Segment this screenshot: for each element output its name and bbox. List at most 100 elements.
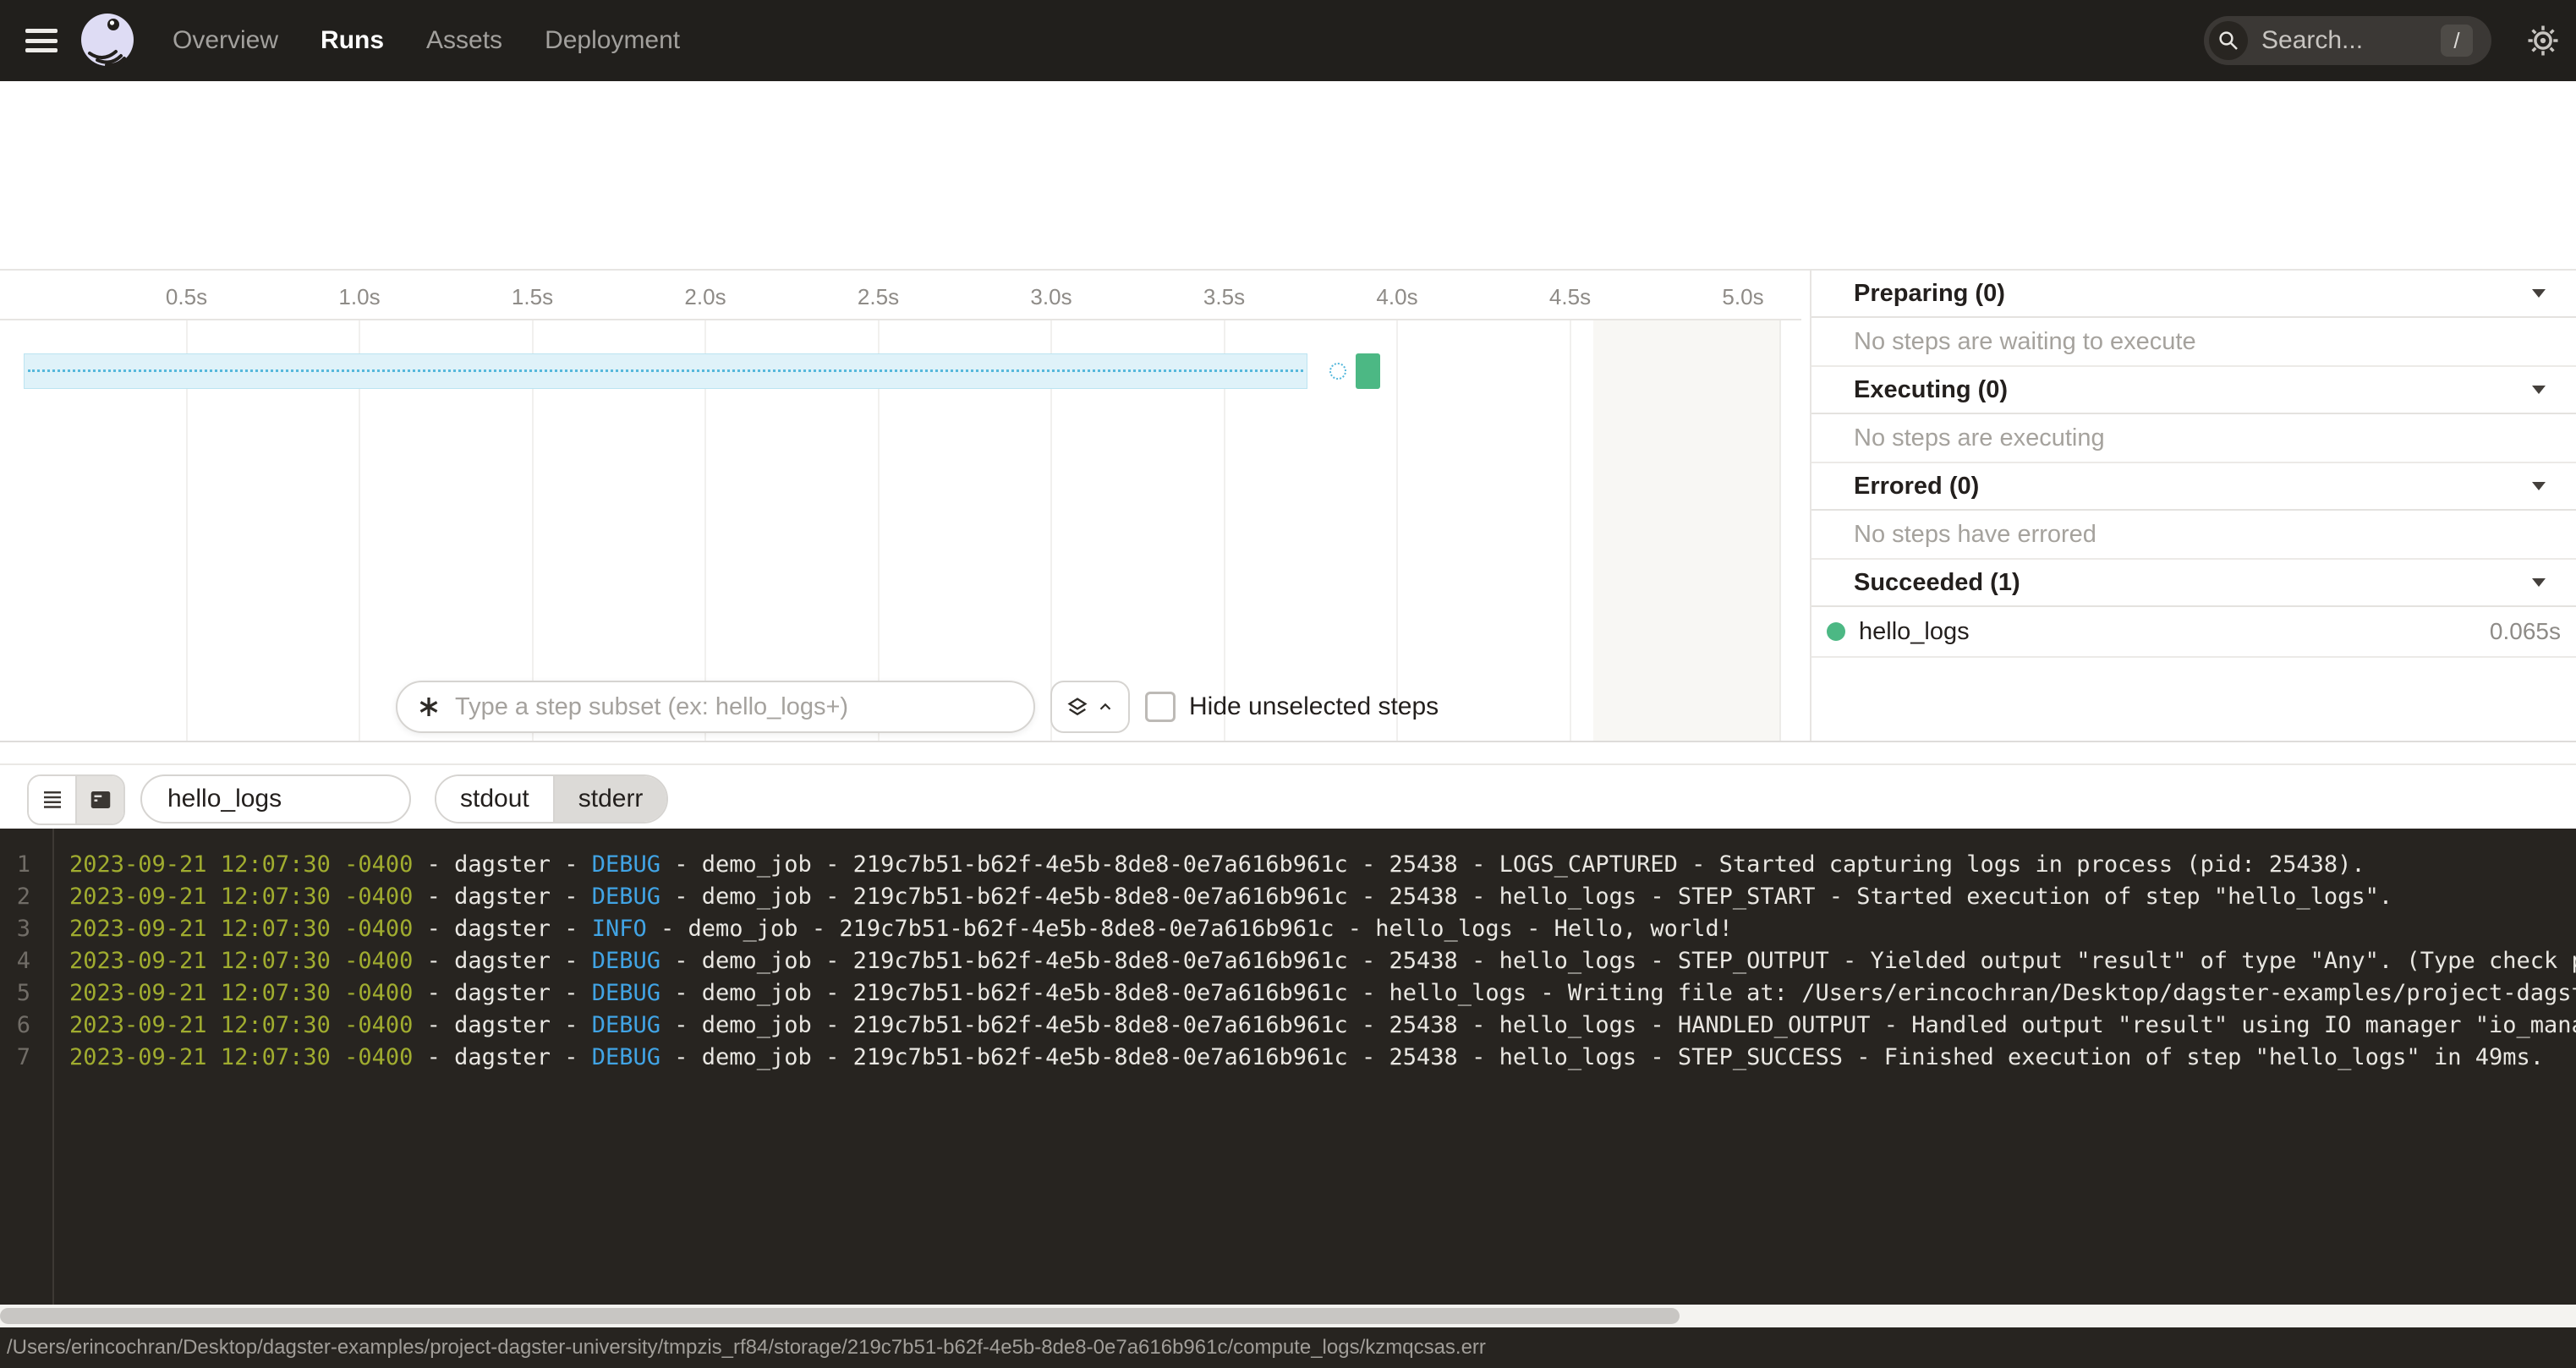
step-name: hello_logs <box>1859 618 1970 646</box>
step-bar-hello-logs[interactable] <box>1356 353 1380 389</box>
horizontal-scrollbar[interactable] <box>0 1305 2576 1327</box>
log-source: - dagster - <box>413 980 591 1006</box>
line-number: 7 <box>0 1042 30 1074</box>
section-title: Succeeded (1) <box>1854 569 2020 597</box>
line-number: 4 <box>0 945 30 977</box>
log-line: 52023-09-21 12:07:30 -0400 - dagster - D… <box>0 977 2576 1010</box>
search-icon <box>2209 21 2248 60</box>
log-timestamp: 2023-09-21 12:07:30 -0400 <box>69 884 413 910</box>
log-source: - dagster - <box>413 916 591 942</box>
log-source: - dagster - <box>413 884 591 910</box>
section-empty-text: No steps are executing <box>1811 414 2576 463</box>
nav-item-assets[interactable]: Assets <box>426 26 502 55</box>
run-header: 219c7b51 Success Run of demo_job @ 4f105… <box>0 81 2576 188</box>
line-number: 5 <box>0 977 30 1010</box>
raw-logs-button[interactable] <box>75 776 123 824</box>
gridline <box>1570 320 1571 742</box>
log-timestamp: 2023-09-21 12:07:30 -0400 <box>69 948 413 974</box>
step-subset-input[interactable] <box>453 692 998 722</box>
axis-tick: 2.5s <box>858 284 899 310</box>
section-header-executing[interactable]: Executing (0) <box>1811 367 2576 414</box>
horizontal-scrollbar-thumb[interactable] <box>0 1308 1680 1324</box>
hamburger-menu-icon[interactable] <box>25 29 58 52</box>
layers-icon <box>1066 695 1089 719</box>
axis-tick: 0.5s <box>166 284 207 310</box>
step-status-sidebar: Preparing (0)No steps are waiting to exe… <box>1811 271 2576 742</box>
chevron-up-icon <box>1096 698 1115 716</box>
log-path-statusbar: /Users/erincochran/Desktop/dagster-examp… <box>0 1327 2576 1368</box>
log-stream-tabs: stdoutstderr <box>435 774 668 824</box>
hide-unselected-checkbox[interactable] <box>1145 692 1176 722</box>
nav-links: Overview Runs Assets Deployment <box>173 0 680 81</box>
log-source: - dagster - <box>413 851 591 878</box>
log-source: - dagster - <box>413 1044 591 1070</box>
section-header-errored[interactable]: Errored (0) <box>1811 463 2576 511</box>
step-subset-row: Hide unselected steps <box>396 681 1410 733</box>
step-duration: 0.065s <box>2490 618 2561 645</box>
waiting-phase-bar <box>24 353 1307 389</box>
search-input[interactable] <box>2260 25 2415 56</box>
log-toolbar: stdoutstderr <box>0 763 2576 829</box>
step-start-marker <box>1329 363 1346 380</box>
axis-tick: 5.0s <box>1722 284 1763 310</box>
log-message: - demo_job - 219c7b51-b62f-4e5b-8de8-0e7… <box>660 980 2576 1006</box>
nav-item-overview[interactable]: Overview <box>173 26 278 55</box>
section-header-succeeded[interactable]: Succeeded (1) <box>1811 560 2576 607</box>
step-subset-inputbox[interactable] <box>396 681 1035 733</box>
axis-tick: 1.5s <box>512 284 553 310</box>
log-step-filter[interactable] <box>140 774 411 824</box>
nav-item-runs[interactable]: Runs <box>321 26 384 55</box>
log-line: 3 2023-09-21 12:07:30 -0400 - dagster - I… <box>0 913 2576 945</box>
log-timestamp: 2023-09-21 12:07:30 -0400 <box>69 1012 413 1038</box>
log-step-filter-input[interactable] <box>166 784 389 814</box>
dagster-logo-icon[interactable] <box>79 12 135 68</box>
axis-tick: 4.0s <box>1376 284 1417 310</box>
top-nav: Overview Runs Assets Deployment / <box>0 0 2576 81</box>
nav-item-deployment[interactable]: Deployment <box>545 26 680 55</box>
section-title: Errored (0) <box>1854 473 1979 501</box>
log-level: DEBUG <box>592 851 660 878</box>
after-run-end-shade <box>1593 320 1781 742</box>
log-line: 62023-09-21 12:07:30 -0400 - dagster - D… <box>0 1010 2576 1042</box>
section-title: Executing (0) <box>1854 376 2008 404</box>
line-number: 3 <box>0 913 30 945</box>
dagster-run-page: OverviewRunsAssetsDeployment / 219c7b51 <box>0 0 2576 1368</box>
line-number: 6 <box>0 1010 30 1042</box>
log-source: - dagster - <box>413 948 591 974</box>
log-message: - demo_job - 219c7b51-b62f-4e5b-8de8-0e7… <box>660 851 2365 878</box>
axis-tick: 3.5s <box>1203 284 1245 310</box>
step-row-hello_logs[interactable]: hello_logs 0.065s <box>1811 607 2576 658</box>
log-timestamp: 2023-09-21 12:07:30 -0400 <box>69 851 413 878</box>
log-timestamp: 2023-09-21 12:07:30 -0400 <box>69 916 413 942</box>
log-message: - demo_job - 219c7b51-b62f-4e5b-8de8-0e7… <box>647 916 1733 942</box>
log-level: DEBUG <box>592 1044 660 1070</box>
gear-icon[interactable] <box>2525 23 2561 58</box>
log-message: - demo_job - 219c7b51-b62f-4e5b-8de8-0e7… <box>660 884 2392 910</box>
graph-query-options-button[interactable] <box>1050 681 1130 733</box>
axis-tick: 1.0s <box>338 284 380 310</box>
log-level: DEBUG <box>592 884 660 910</box>
hide-unselected-label: Hide unselected steps <box>1189 692 1439 721</box>
log-message: - demo_job - 219c7b51-b62f-4e5b-8de8-0e7… <box>660 948 2576 974</box>
log-line: 4 2023-09-21 12:07:30 -0400 - dagster - D… <box>0 945 2576 977</box>
section-empty-text: No steps have errored <box>1811 511 2576 560</box>
log-message: - demo_job - 219c7b51-b62f-4e5b-8de8-0e7… <box>660 1044 2544 1070</box>
caret-down-icon <box>2532 578 2546 587</box>
log-level: DEBUG <box>592 948 660 974</box>
structured-logs-button[interactable] <box>29 776 75 824</box>
log-file-path: /Users/erincochran/Desktop/dagster-examp… <box>7 1336 1486 1360</box>
line-number: 2 <box>0 881 30 913</box>
search-box[interactable]: / <box>2204 16 2491 65</box>
log-timestamp: 2023-09-21 12:07:30 -0400 <box>69 1044 413 1070</box>
log-level: DEBUG <box>592 980 660 1006</box>
log-lines: 12023-09-21 12:07:30 -0400 - dagster - D… <box>0 849 2576 1074</box>
log-tab-stderr[interactable]: stderr <box>553 776 667 822</box>
gantt-time-axis: 0.5s1.0s1.5s2.0s2.5s3.0s3.5s4.0s4.5s5.0s <box>0 271 1801 319</box>
log-level: INFO <box>592 916 647 942</box>
log-level: DEBUG <box>592 1012 660 1038</box>
panel-splitter[interactable] <box>0 741 2576 742</box>
log-line: 12023-09-21 12:07:30 -0400 - dagster - D… <box>0 849 2576 881</box>
raw-log-viewer[interactable]: 12023-09-21 12:07:30 -0400 - dagster - D… <box>0 829 2576 1305</box>
log-tab-stdout[interactable]: stdout <box>436 776 553 822</box>
section-header-preparing[interactable]: Preparing (0) <box>1811 271 2576 318</box>
